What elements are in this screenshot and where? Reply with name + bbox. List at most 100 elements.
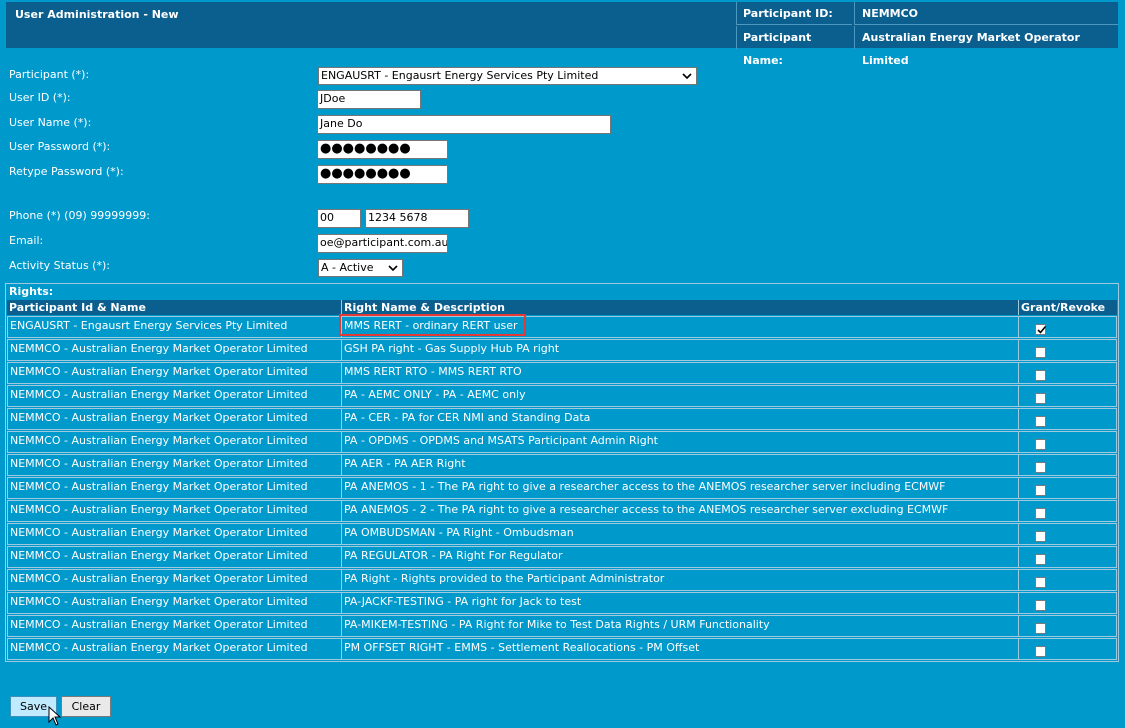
participant-cell: NEMMCO - Australian Energy Market Operat…	[7, 546, 342, 568]
participant-select[interactable]: ENGAUSRT - Engausrt Energy Services Pty …	[318, 67, 697, 85]
grant-checkbox[interactable]	[1035, 439, 1046, 450]
grant-checkbox[interactable]	[1035, 485, 1046, 496]
participant-id-label: Participant ID:	[736, 2, 852, 25]
table-row: ENGAUSRT - Engausrt Energy Services Pty …	[7, 316, 1117, 338]
grant-cell	[1018, 431, 1117, 453]
right-cell: PA ANEMOS - 2 - The PA right to give a r…	[341, 500, 1019, 522]
grant-checkbox[interactable]	[1035, 623, 1046, 634]
participant-cell: NEMMCO - Australian Energy Market Operat…	[7, 477, 342, 499]
user-id-input[interactable]: JDoe	[317, 90, 421, 109]
table-row: NEMMCO - Australian Energy Market Operat…	[7, 454, 1117, 476]
retype-password-input[interactable]: ●●●●●●●●	[317, 165, 448, 184]
rights-table-header: Participant Id & Name Right Name & Descr…	[7, 300, 1117, 315]
user-name-input[interactable]: Jane Do	[317, 115, 611, 134]
table-row: NEMMCO - Australian Energy Market Operat…	[7, 500, 1117, 522]
grant-cell	[1018, 316, 1117, 338]
column-header-right: Right Name & Description	[341, 300, 1019, 315]
table-row: NEMMCO - Australian Energy Market Operat…	[7, 615, 1117, 637]
table-row: NEMMCO - Australian Energy Market Operat…	[7, 546, 1117, 568]
grant-cell	[1018, 500, 1117, 522]
table-row: NEMMCO - Australian Energy Market Operat…	[7, 592, 1117, 614]
right-cell: GSH PA right - Gas Supply Hub PA right	[341, 339, 1019, 361]
password-input[interactable]: ●●●●●●●●	[317, 140, 448, 159]
grant-checkbox[interactable]	[1035, 462, 1046, 473]
table-row: NEMMCO - Australian Energy Market Operat…	[7, 385, 1117, 407]
phone-label: Phone (*) (09) 99999999:	[9, 209, 150, 222]
participant-cell: NEMMCO - Australian Energy Market Operat…	[7, 569, 342, 591]
participant-id-value: NEMMCO	[854, 2, 1118, 25]
grant-cell	[1018, 454, 1117, 476]
activity-status-value: A - Active	[321, 261, 374, 274]
table-row: NEMMCO - Australian Energy Market Operat…	[7, 362, 1117, 384]
password-label: User Password (*):	[9, 140, 111, 153]
phone-area-input[interactable]: 00	[317, 209, 361, 228]
right-cell: PA Right - Rights provided to the Partic…	[341, 569, 1019, 591]
participant-cell: NEMMCO - Australian Energy Market Operat…	[7, 339, 342, 361]
activity-status-label: Activity Status (*):	[9, 259, 110, 272]
table-row: NEMMCO - Australian Energy Market Operat…	[7, 638, 1117, 660]
participant-select-value: ENGAUSRT - Engausrt Energy Services Pty …	[321, 69, 599, 82]
table-row: NEMMCO - Australian Energy Market Operat…	[7, 339, 1117, 361]
participant-name-label: Participant Name:	[736, 26, 852, 67]
grant-checkbox[interactable]	[1035, 393, 1046, 404]
user-id-label: User ID (*):	[9, 91, 71, 104]
participant-cell: NEMMCO - Australian Energy Market Operat…	[7, 592, 342, 614]
right-cell: PA - AEMC ONLY - PA - AEMC only	[341, 385, 1019, 407]
right-cell: PA ANEMOS - 1 - The PA right to give a r…	[341, 477, 1019, 499]
rights-title: Rights:	[9, 285, 54, 298]
right-cell: PA OMBUDSMAN - PA Right - Ombudsman	[341, 523, 1019, 545]
grant-cell	[1018, 362, 1117, 384]
clear-button[interactable]: Clear	[61, 696, 111, 717]
activity-status-select[interactable]: A - Active	[318, 259, 403, 277]
right-cell: PA - CER - PA for CER NMI and Standing D…	[341, 408, 1019, 430]
column-header-participant: Participant Id & Name	[9, 301, 146, 314]
right-cell: PA - OPDMS - OPDMS and MSATS Participant…	[341, 431, 1019, 453]
mouse-pointer-icon	[48, 706, 62, 726]
participant-cell: NEMMCO - Australian Energy Market Operat…	[7, 385, 342, 407]
right-cell: MMS RERT RTO - MMS RERT RTO	[341, 362, 1019, 384]
table-row: NEMMCO - Australian Energy Market Operat…	[7, 523, 1117, 545]
grant-checkbox[interactable]	[1035, 531, 1046, 542]
checkmark-icon	[1037, 325, 1047, 334]
participant-cell: NEMMCO - Australian Energy Market Operat…	[7, 454, 342, 476]
phone-number-input[interactable]: 1234 5678	[365, 209, 469, 228]
highlight-box	[339, 314, 526, 336]
grant-cell	[1018, 339, 1117, 361]
participant-cell: NEMMCO - Australian Energy Market Operat…	[7, 500, 342, 522]
grant-cell	[1018, 408, 1117, 430]
table-row: NEMMCO - Australian Energy Market Operat…	[7, 431, 1117, 453]
rights-table: Rights: Participant Id & Name Right Name…	[5, 283, 1119, 662]
participant-label: Participant (*):	[9, 68, 90, 81]
grant-checkbox[interactable]	[1035, 646, 1046, 657]
grant-cell	[1018, 523, 1117, 545]
participant-cell: NEMMCO - Australian Energy Market Operat…	[7, 638, 342, 660]
page-header: User Administration - New Participant ID…	[6, 2, 1118, 67]
right-cell: PM OFFSET RIGHT - EMMS - Settlement Real…	[341, 638, 1019, 660]
chevron-down-icon	[388, 265, 398, 272]
participant-name-value: Australian Energy Market Operator Limite…	[854, 26, 1118, 67]
participant-cell: NEMMCO - Australian Energy Market Operat…	[7, 523, 342, 545]
right-cell: PA AER - PA AER Right	[341, 454, 1019, 476]
grant-checkbox[interactable]	[1035, 508, 1046, 519]
column-header-grant: Grant/Revoke	[1018, 300, 1117, 315]
grant-cell	[1018, 638, 1117, 660]
grant-cell	[1018, 569, 1117, 591]
participant-cell: NEMMCO - Australian Energy Market Operat…	[7, 615, 342, 637]
grant-checkbox[interactable]	[1035, 600, 1046, 611]
table-row: NEMMCO - Australian Energy Market Operat…	[7, 408, 1117, 430]
grant-checkbox[interactable]	[1035, 370, 1046, 381]
grant-checkbox[interactable]	[1035, 324, 1047, 335]
grant-cell	[1018, 477, 1117, 499]
table-row: NEMMCO - Australian Energy Market Operat…	[7, 569, 1117, 591]
email-input[interactable]: oe@participant.com.au	[317, 234, 448, 253]
grant-checkbox[interactable]	[1035, 347, 1046, 358]
participant-cell: NEMMCO - Australian Energy Market Operat…	[7, 408, 342, 430]
grant-checkbox[interactable]	[1035, 554, 1046, 565]
grant-checkbox[interactable]	[1035, 416, 1046, 427]
retype-password-label: Retype Password (*):	[9, 165, 124, 178]
grant-checkbox[interactable]	[1035, 577, 1046, 588]
right-cell: PA REGULATOR - PA Right For Regulator	[341, 546, 1019, 568]
participant-cell: NEMMCO - Australian Energy Market Operat…	[7, 362, 342, 384]
right-cell: PA-MIKEM-TESTING - PA Right for Mike to …	[341, 615, 1019, 637]
email-label: Email:	[9, 234, 44, 247]
